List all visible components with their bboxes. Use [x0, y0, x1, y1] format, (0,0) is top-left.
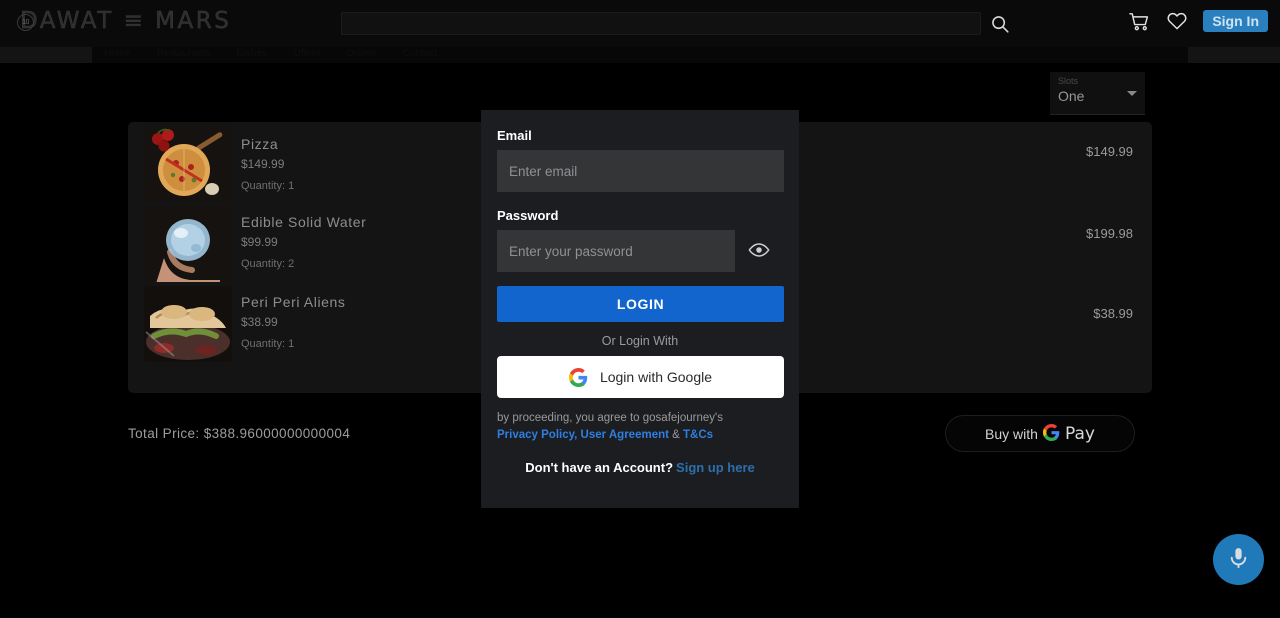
tcs-link[interactable]: T&Cs: [683, 429, 713, 441]
site-header: 10 DAWAT ≡ MARS Sign In: [0, 0, 1280, 47]
login-button[interactable]: LOGIN: [497, 286, 784, 322]
chevron-down-icon[interactable]: [1127, 91, 1137, 96]
shopping-cart-icon[interactable]: [1127, 9, 1151, 33]
email-label: Email: [497, 128, 532, 143]
slots-label: Slots: [1058, 76, 1079, 86]
slots-select[interactable]: Slots One: [1050, 72, 1145, 115]
login-modal: Email Password LOGIN Or Login With: [481, 110, 799, 508]
search-icon[interactable]: [989, 13, 1011, 35]
subnav-item-5[interactable]: Contact: [403, 48, 437, 59]
terms-text: by proceeding, you agree to gosafejourne…: [497, 410, 783, 443]
gpay-word: Pay: [1064, 423, 1095, 444]
google-g-icon: [568, 367, 588, 387]
subnav-block-left: [0, 47, 92, 63]
subnav-item-0[interactable]: Home: [104, 48, 131, 59]
password-field[interactable]: [497, 230, 735, 272]
subnav-item-2[interactable]: Dishes: [237, 48, 268, 59]
google-g-icon: [1042, 423, 1060, 444]
subnav-items: Home Restaurants Dishes Offers Orders Co…: [104, 48, 437, 59]
item-line-total: $199.98: [1086, 226, 1133, 241]
slots-value: One: [1058, 88, 1085, 104]
page-root: 10 DAWAT ≡ MARS Sign In Home Restaurants…: [0, 0, 1280, 618]
signup-row: Don't have an Account? Sign up here: [497, 460, 783, 475]
voice-assistant-button[interactable]: [1213, 534, 1264, 585]
total-price: Total Price: $388.96000000000004: [128, 426, 351, 441]
google-pay-button[interactable]: Buy with Pay: [945, 415, 1135, 452]
google-button-label: Login with Google: [599, 369, 713, 385]
header-actions: Sign In: [1127, 9, 1268, 33]
logo-badge-icon: 10: [17, 14, 34, 31]
or-login-with-text: Or Login With: [601, 334, 679, 348]
item-line-total: $38.99: [1093, 306, 1133, 321]
terms-prefix: by proceeding, you agree to gosafejourne…: [497, 412, 723, 424]
item-line-total: $149.99: [1086, 144, 1133, 159]
logo-text: DAWAT ≡ MARS: [20, 8, 232, 34]
terms-ampersand: &: [672, 428, 680, 441]
heart-icon[interactable]: [1165, 9, 1189, 33]
microphone-icon: [1226, 546, 1251, 574]
subnav-item-4[interactable]: Orders: [346, 48, 377, 59]
password-label: Password: [497, 208, 559, 223]
eye-icon[interactable]: [748, 241, 770, 261]
search-box[interactable]: [341, 12, 981, 35]
sign-up-here-link[interactable]: Sign up here: [676, 460, 755, 475]
pizza-thumbnail: [144, 125, 232, 201]
subnav-block-right: [1188, 47, 1280, 63]
subnav-item-1[interactable]: Restaurants: [157, 48, 211, 59]
edible-water-thumbnail: [144, 206, 232, 282]
peri-peri-thumbnail: [144, 286, 232, 362]
site-logo[interactable]: 10 DAWAT ≡ MARS: [14, 8, 231, 34]
privacy-policy-link[interactable]: Privacy Policy, User Agreement: [497, 429, 669, 441]
email-field[interactable]: [497, 150, 784, 192]
gpay-label: Buy with: [985, 425, 1038, 442]
sub-navigation: Home Restaurants Dishes Offers Orders Co…: [0, 47, 1280, 63]
sign-in-button[interactable]: Sign In: [1203, 10, 1268, 32]
login-with-google-button[interactable]: Login with Google: [497, 356, 784, 398]
search-input[interactable]: [342, 13, 980, 34]
subnav-item-3[interactable]: Offers: [293, 48, 320, 59]
signup-prompt: Don't have an Account?: [525, 460, 674, 476]
password-field-wrapper: [497, 230, 784, 272]
